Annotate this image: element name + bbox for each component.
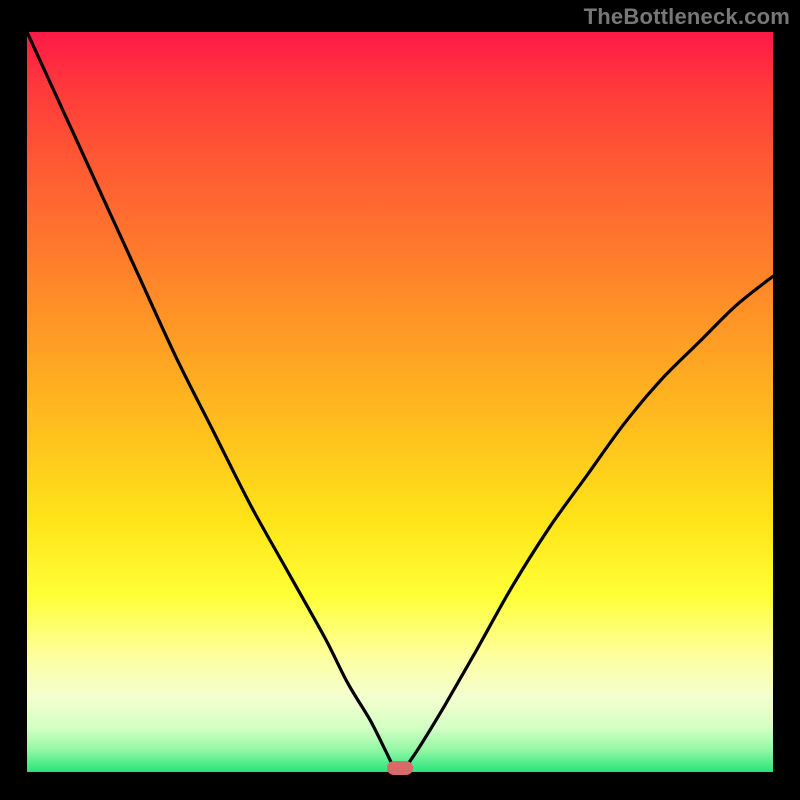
plot-area [27, 32, 773, 772]
watermark-text: TheBottleneck.com [584, 4, 790, 30]
bottleneck-curve [27, 32, 773, 772]
optimal-marker [387, 761, 413, 775]
chart-frame: TheBottleneck.com [0, 0, 800, 800]
